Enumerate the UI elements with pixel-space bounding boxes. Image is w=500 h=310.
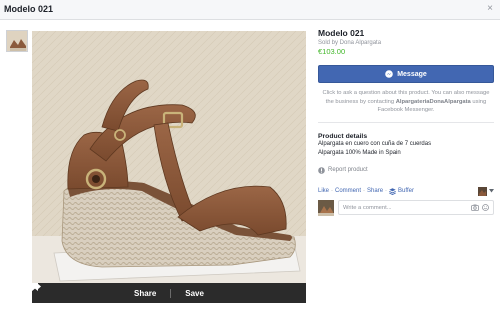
message-help-text: Click to ask a question about this produ… (318, 89, 494, 115)
avatar (318, 199, 334, 216)
report-product-label: Report product (328, 167, 368, 173)
viewer-action-bar: Share Save (32, 283, 306, 303)
share-photo-label: Share (134, 288, 157, 298)
messenger-icon (385, 70, 394, 78)
comment-placeholder: Write a comment... (343, 204, 392, 211)
product-price: €103.00 (318, 47, 346, 56)
page-avatar-icon (478, 186, 487, 196)
close-icon[interactable]: × (487, 3, 493, 14)
separator-dot: · (385, 188, 388, 194)
save-icon (32, 283, 38, 291)
message-button[interactable]: Message (318, 65, 494, 83)
emoji-icon[interactable] (482, 204, 489, 211)
share-link[interactable]: Share (367, 188, 383, 194)
product-details-line: Alpargata en cuero con cuña de 7 cuerdas (318, 140, 432, 147)
social-actions: Like · Comment · Share · Buffer (318, 186, 494, 196)
report-icon (318, 166, 325, 174)
product-thumbnail[interactable] (6, 30, 28, 52)
like-link[interactable]: Like (318, 188, 329, 194)
product-image-viewer: Share Save (32, 31, 306, 303)
share-photo-button[interactable]: Share (32, 283, 157, 298)
business-name-link[interactable]: AlpargateriaDonaAlpargata (396, 99, 471, 105)
product-name: Modelo 021 (318, 28, 365, 38)
dialog-title: Modelo 021 (4, 4, 54, 14)
separator-dot: · (363, 188, 366, 194)
dialog-header: Modelo 021 × (0, 0, 500, 20)
report-product-link[interactable]: Report product (318, 166, 494, 174)
save-photo-label: Save (185, 288, 204, 298)
product-photo (32, 31, 306, 283)
product-details-line: Alpargata 100% Made in Spain (318, 149, 401, 156)
product-info-panel: Modelo 021 Sold by Dona Alpargata €103.0… (318, 28, 494, 216)
seller-link[interactable]: Sold by Dona Alpargata (318, 40, 494, 46)
separator-dot: · (331, 188, 334, 194)
comment-link[interactable]: Comment (335, 188, 361, 194)
comment-composer: Write a comment... (318, 199, 494, 216)
message-button-label: Message (397, 70, 427, 78)
buffer-link[interactable]: Buffer (398, 188, 414, 194)
section-divider (318, 121, 494, 123)
action-separator (170, 288, 172, 298)
product-details-heading: Product details (318, 132, 368, 140)
save-photo-button[interactable]: Save (32, 283, 204, 298)
post-as-selector[interactable] (478, 186, 494, 196)
camera-icon[interactable] (471, 204, 479, 211)
chevron-down-icon (489, 189, 494, 193)
buffer-icon (389, 187, 396, 195)
comment-input[interactable]: Write a comment... (338, 200, 494, 215)
